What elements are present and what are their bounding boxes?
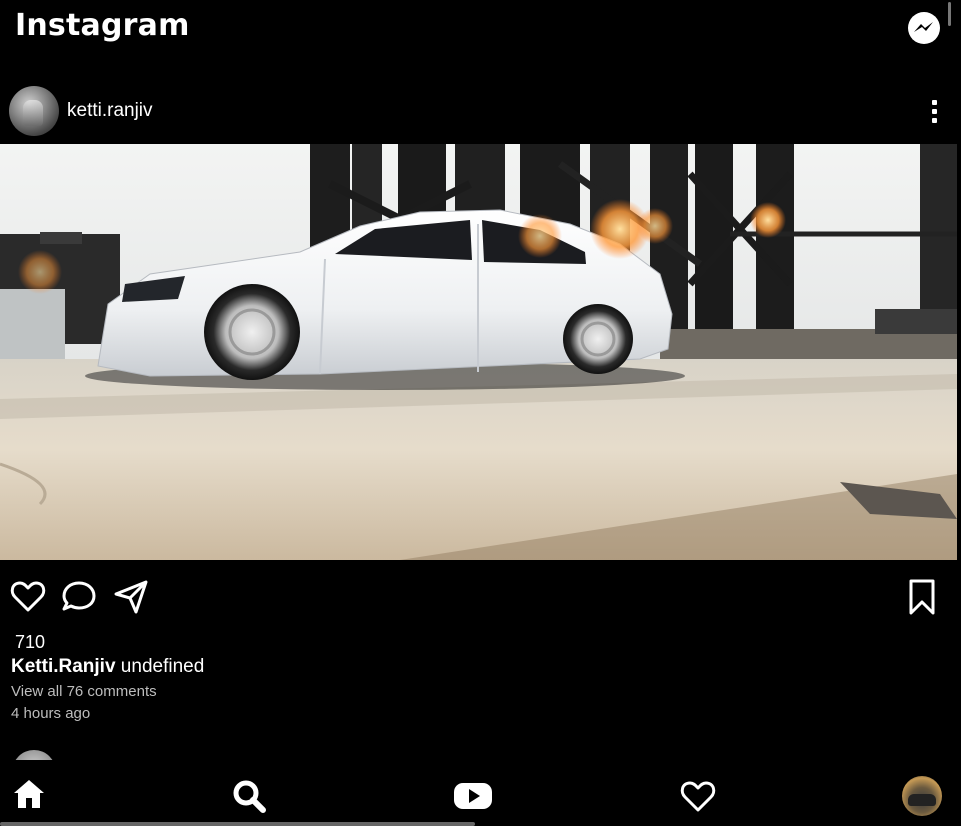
view-comments-link[interactable]: View all 76 comments [11, 683, 157, 700]
vertical-scrollbar[interactable] [948, 2, 951, 26]
heart-icon [10, 581, 46, 612]
more-dot-icon [931, 118, 937, 123]
post-timestamp: 4 hours ago [11, 705, 91, 722]
search-icon [233, 780, 266, 813]
post-actions [0, 576, 961, 620]
nav-reels-button[interactable] [452, 778, 494, 814]
nav-activity-button[interactable] [679, 778, 717, 814]
post-caption: Ketti.Ranjiv undefined [11, 656, 204, 678]
messenger-button[interactable] [906, 10, 942, 46]
more-dot-icon [931, 109, 937, 114]
comment-icon [62, 581, 96, 611]
caption-username[interactable]: Ketti.Ranjiv [11, 656, 116, 677]
instagram-app: Instagram ketti.ranjiv 710 Ketti.Ranjiv … [0, 0, 961, 826]
likes-count[interactable]: 710 [15, 632, 45, 653]
post-header: ketti.ranjiv [0, 84, 961, 140]
like-button[interactable] [10, 578, 46, 614]
post-author-avatar[interactable] [9, 86, 59, 136]
share-button[interactable] [112, 578, 150, 614]
instagram-logo[interactable]: Instagram [15, 8, 190, 43]
play-icon [454, 783, 492, 809]
nav-search-button[interactable] [231, 778, 267, 814]
post-image[interactable] [0, 144, 957, 560]
more-options-button[interactable] [924, 98, 944, 126]
bottom-navigation [0, 760, 961, 826]
bookmark-icon [909, 579, 935, 615]
more-dot-icon [931, 100, 937, 105]
send-icon [114, 580, 148, 614]
heart-icon [680, 781, 716, 812]
horizontal-scrollbar[interactable] [0, 822, 475, 826]
car-photo [0, 144, 957, 560]
post-author-username[interactable]: ketti.ranjiv [67, 100, 153, 122]
comment-button[interactable] [60, 578, 98, 614]
messenger-icon [908, 12, 940, 44]
nav-profile-avatar[interactable] [902, 776, 942, 816]
save-button[interactable] [906, 578, 938, 616]
nav-home-button[interactable] [12, 778, 46, 810]
home-icon [14, 780, 44, 808]
caption-text: undefined [115, 656, 205, 677]
top-bar: Instagram [0, 0, 961, 60]
